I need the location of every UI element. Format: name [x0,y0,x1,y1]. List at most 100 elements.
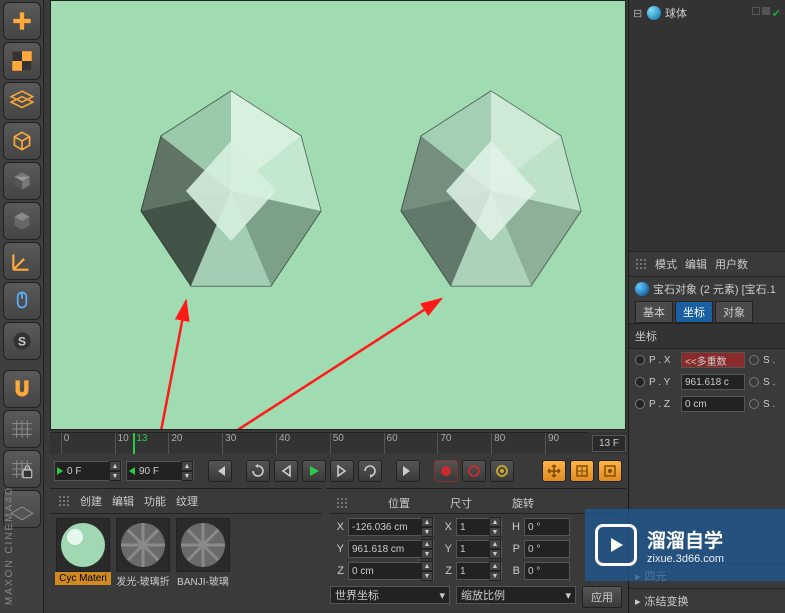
tool-grid-lock[interactable] [3,450,41,488]
spin-down[interactable]: ▼ [109,471,121,481]
material-label[interactable]: Cyc Materi [55,572,111,585]
tool-cube-wire[interactable] [3,122,41,160]
axis-label: X [330,521,344,533]
tool-sphere[interactable]: S [3,322,41,360]
visibility-editor-toggle[interactable] [752,7,760,15]
start-frame-field[interactable]: 0 F ▲▼ [54,461,122,481]
tree-row-sphere[interactable]: ⊟ 球体 ✔ [633,4,781,22]
menu-function[interactable]: 功能 [144,493,166,509]
tool-grid2[interactable] [3,410,41,448]
attribute-object-title: 宝石对象 (2 元素) [宝石.1 [629,277,785,301]
prop-value-pz[interactable]: 0 cm [681,396,745,412]
accordion-freeze[interactable]: ▸ 冻结变换 [629,588,785,613]
loop-button[interactable] [246,460,270,482]
material-label[interactable]: 发光-玻璃折 [115,572,171,589]
forward-button[interactable] [358,460,382,482]
expand-icon[interactable]: ⊟ [633,7,643,20]
coord-space-dropdown[interactable]: 世界坐标▾ [330,586,450,604]
tick: 50 [330,433,344,454]
key-radio[interactable] [635,377,645,387]
attr-mode[interactable]: 模式 [655,256,677,272]
material-slot-0[interactable]: Cyc Materi [54,518,112,589]
scale-mode-dropdown[interactable]: 缩放比例▾ [456,586,576,604]
rot-b-field[interactable]: 0 ° [524,562,570,580]
drag-dots-icon[interactable] [336,497,348,509]
tab-object[interactable]: 对象 [715,301,753,323]
key-radio[interactable] [749,399,759,409]
prop-value-px[interactable]: <<多重数 [681,352,745,368]
gem-object-1[interactable] [131,81,331,301]
material-label[interactable]: BANJI-玻璃 [175,572,231,589]
drag-dots-icon[interactable] [635,258,647,270]
record-button[interactable] [434,460,458,482]
apply-button[interactable]: 应用 [582,586,622,608]
size-z-field[interactable]: 1▲▼ [456,562,502,580]
pos-z-field[interactable]: 0 cm▲▼ [348,562,434,580]
key-radio[interactable] [635,355,645,365]
spin-down[interactable]: ▼ [181,471,193,481]
play-button[interactable] [302,460,326,482]
align-center-button[interactable] [598,460,622,482]
tab-coord[interactable]: 坐标 [675,301,713,323]
tool-axis[interactable] [3,242,41,280]
prop-label: S . [763,355,779,366]
section-coord-label: 坐标 [629,323,785,349]
tool-grid[interactable] [3,82,41,120]
align-move-button[interactable] [542,460,566,482]
size-y-field[interactable]: 1▲▼ [456,540,502,558]
tool-move[interactable] [3,2,41,40]
prev-key-button[interactable] [274,460,298,482]
tool-cube-shaded[interactable] [3,162,41,200]
enable-check-icon[interactable]: ✔ [772,7,781,20]
menu-edit[interactable]: 编辑 [112,493,134,509]
attr-userdata[interactable]: 用户数 [715,256,748,272]
attr-edit[interactable]: 编辑 [685,256,707,272]
material-thumb[interactable] [56,518,110,572]
tick: 30 [222,433,236,454]
prop-value-py[interactable]: 961.618 c [681,374,745,390]
material-thumb[interactable] [116,518,170,572]
coord-row-z: Z 0 cm▲▼ Z 1▲▼ B 0 ° [330,562,622,580]
tab-basic[interactable]: 基本 [635,301,673,323]
gem-object-2[interactable] [391,81,591,301]
next-key-button[interactable] [330,460,354,482]
playhead[interactable] [133,433,135,454]
align-grid-button[interactable] [570,460,594,482]
material-slot-2[interactable]: BANJI-玻璃 [174,518,232,589]
tool-mouse[interactable] [3,282,41,320]
material-thumb[interactable] [176,518,230,572]
goto-end-button[interactable] [396,460,420,482]
timeline-ruler[interactable]: 0 10 13 20 30 40 50 60 70 80 90 [50,432,588,454]
viewport[interactable] [50,0,626,430]
key-radio[interactable] [749,377,759,387]
autokey-button[interactable] [462,460,486,482]
pos-y-field[interactable]: 961.618 cm▲▼ [348,540,434,558]
tool-magnet[interactable] [3,370,41,408]
size-x-field[interactable]: 1▲▼ [456,518,502,536]
brand-label: MAXON CINEMA4D [4,486,15,605]
menu-texture[interactable]: 纹理 [176,493,198,509]
object-tree[interactable]: ⊟ 球体 ✔ [629,0,785,252]
tool-texture[interactable] [3,42,41,80]
timeline[interactable]: 0 10 13 20 30 40 50 60 70 80 90 13 F [50,432,626,454]
spin-up[interactable]: ▲ [109,461,121,471]
prop-row-py: P . Y 961.618 c S . [629,371,785,393]
spin-up[interactable]: ▲ [181,461,193,471]
tool-cube-solid[interactable] [3,202,41,240]
key-options-button[interactable] [490,460,514,482]
sphere-icon [647,6,661,20]
key-radio[interactable] [635,399,645,409]
end-frame-field[interactable]: 90 F ▲▼ [126,461,194,481]
object-name[interactable]: 球体 [665,5,687,21]
menu-create[interactable]: 创建 [80,493,102,509]
drag-dots-icon[interactable] [58,495,70,507]
rot-h-field[interactable]: 0 ° [524,518,570,536]
material-slot-1[interactable]: 发光-玻璃折 [114,518,172,589]
pos-x-field[interactable]: -126.036 cm▲▼ [348,518,434,536]
visibility-render-toggle[interactable] [762,7,770,15]
current-frame-badge[interactable]: 13 F [592,435,626,452]
key-radio[interactable] [749,355,759,365]
rot-p-field[interactable]: 0 ° [524,540,570,558]
goto-start-button[interactable] [208,460,232,482]
watermark-overlay: 溜溜自学 zixue.3d66.com [585,509,785,581]
